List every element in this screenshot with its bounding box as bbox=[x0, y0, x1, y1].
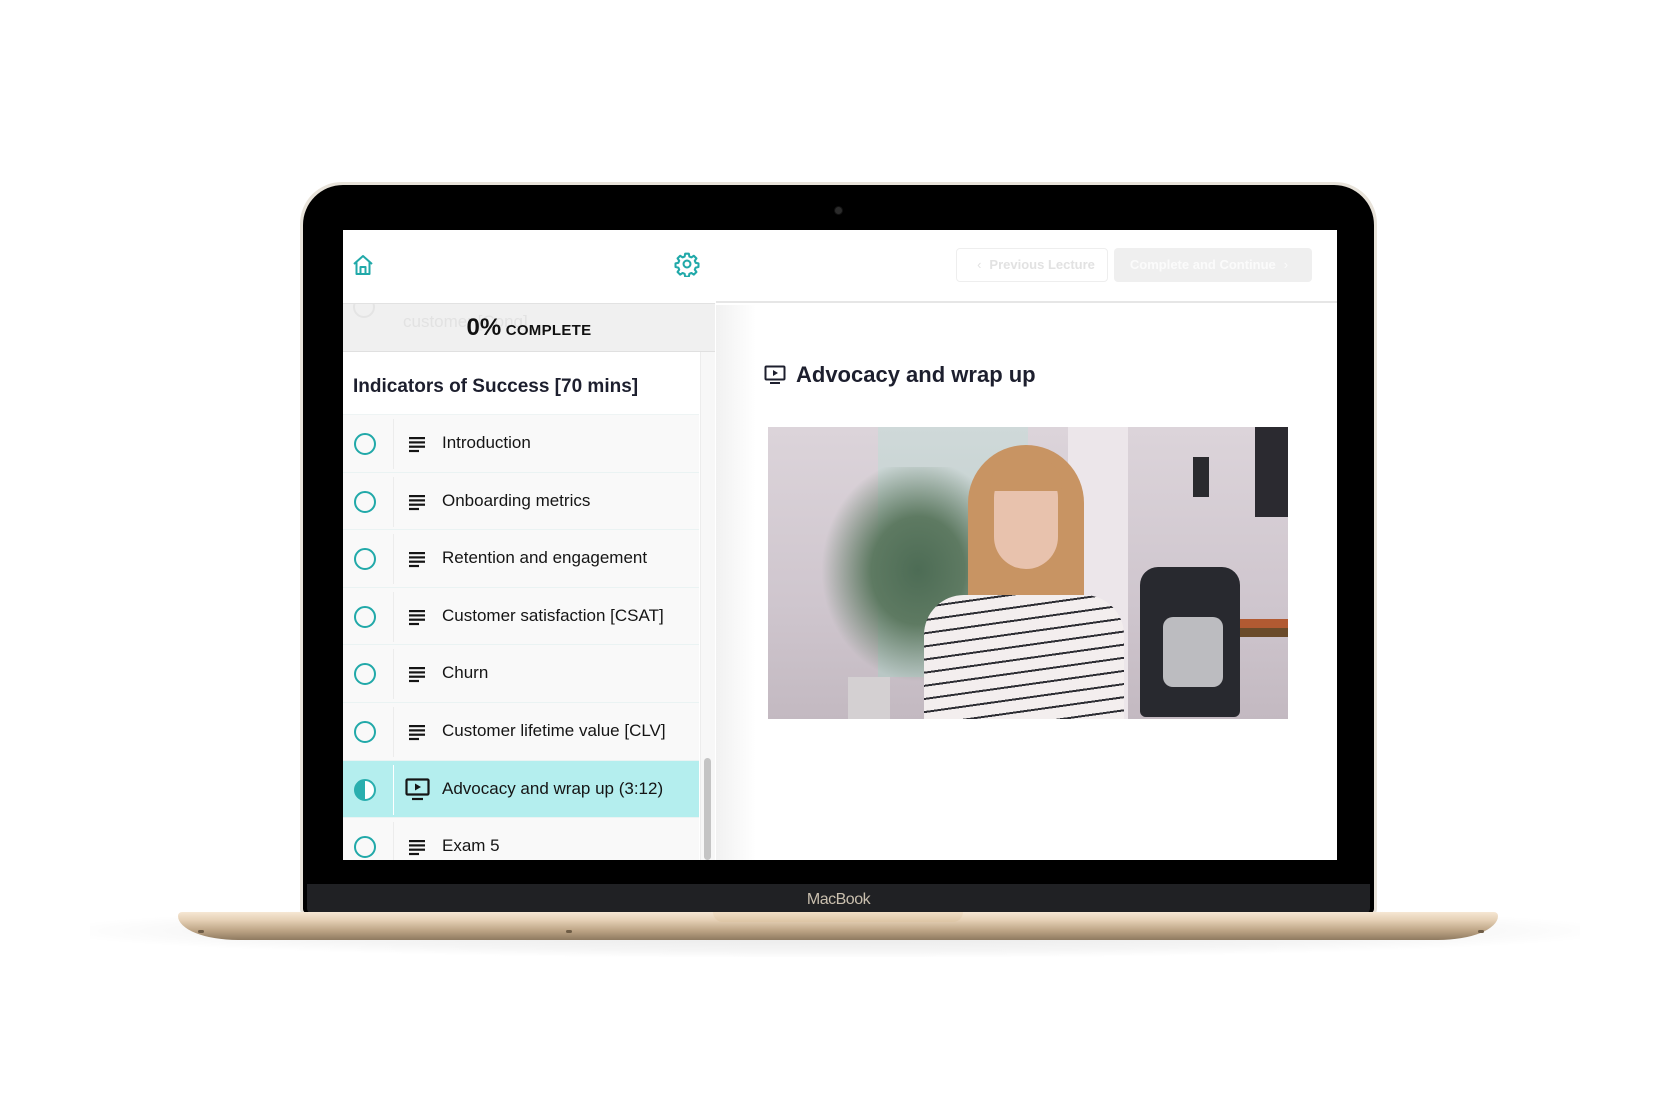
lecture-row[interactable]: Customer satisfaction [CSAT] bbox=[343, 587, 699, 646]
incomplete-status-icon[interactable] bbox=[354, 720, 376, 743]
video-bg-books bbox=[1240, 619, 1288, 637]
incomplete-status-icon[interactable] bbox=[354, 490, 376, 513]
section-title: Indicators of Success [70 mins] bbox=[343, 352, 699, 415]
in-progress-status-icon[interactable] bbox=[354, 778, 376, 801]
incomplete-status-icon[interactable] bbox=[354, 663, 376, 686]
text-lecture-icon bbox=[409, 494, 425, 510]
laptop-foot bbox=[198, 930, 204, 933]
video-bg-cushion bbox=[1163, 617, 1223, 687]
presenter-shirt bbox=[924, 595, 1124, 719]
text-lecture-icon bbox=[409, 552, 425, 568]
lecture-label: Churn bbox=[442, 663, 489, 683]
text-lecture-icon bbox=[409, 724, 425, 741]
row-divider bbox=[393, 419, 394, 469]
camera-icon bbox=[835, 207, 842, 214]
device-label: MacBook bbox=[806, 891, 871, 908]
scrollbar-thumb[interactable] bbox=[704, 758, 711, 860]
lecture-label: Customer satisfaction [CSAT] bbox=[442, 605, 664, 625]
sidebar-shadow bbox=[716, 305, 756, 860]
chevron-right-icon: › bbox=[1283, 257, 1289, 272]
incomplete-status-icon[interactable] bbox=[354, 548, 376, 571]
progress-label: COMPLETE bbox=[505, 322, 592, 339]
lecture-label: Exam 5 bbox=[442, 836, 500, 856]
lecture-label: Advocacy and wrap up (3:12) bbox=[442, 778, 664, 798]
row-divider bbox=[393, 534, 394, 585]
lecture-label: Customer lifetime value [CLV] bbox=[442, 720, 666, 740]
lecture-content: ‹ Previous Lecture Complete and Continue ›… bbox=[716, 230, 1337, 860]
complete-and-continue-button[interactable]: Complete and Continue › bbox=[1114, 248, 1312, 282]
lecture-row[interactable]: Introduction bbox=[343, 415, 699, 473]
lecture-label: Onboarding metrics bbox=[442, 490, 591, 510]
lecture-label: Introduction bbox=[442, 433, 531, 452]
lecture-row[interactable]: Retention and engagement bbox=[343, 530, 699, 588]
lecture-row[interactable]: Customer lifetime value [CLV] bbox=[343, 702, 699, 761]
laptop-screen: customer [Cong] 0% COMPLETE Indicators o… bbox=[343, 230, 1337, 860]
incomplete-status-icon[interactable] bbox=[354, 605, 376, 628]
video-bg-lamp bbox=[1193, 457, 1209, 497]
video-bg-pot bbox=[848, 677, 890, 719]
text-lecture-icon bbox=[409, 609, 425, 625]
lecture-row[interactable]: Advocacy and wrap up (3:12) bbox=[343, 760, 699, 819]
row-divider bbox=[393, 764, 394, 815]
sidebar-header bbox=[343, 230, 715, 303]
previous-lecture-button[interactable]: ‹ Previous Lecture bbox=[956, 248, 1108, 282]
text-lecture-icon bbox=[409, 437, 425, 453]
lecture-row[interactable]: Exam 5 bbox=[343, 818, 699, 860]
course-sidebar: customer [Cong] 0% COMPLETE Indicators o… bbox=[343, 230, 715, 860]
video-lecture-icon bbox=[764, 365, 786, 384]
previous-lecture-label: Previous Lecture bbox=[989, 257, 1095, 272]
video-player[interactable] bbox=[768, 427, 1288, 719]
lecture-label: Retention and engagement bbox=[442, 548, 648, 568]
lecture-title: Advocacy and wrap up bbox=[796, 362, 1036, 387]
progress-percent: 0% bbox=[466, 314, 502, 341]
incomplete-status-icon[interactable] bbox=[354, 433, 376, 455]
progress-text: 0% COMPLETE bbox=[467, 314, 592, 342]
text-lecture-icon bbox=[409, 667, 425, 683]
chevron-left-icon: ‹ bbox=[977, 257, 982, 272]
home-icon[interactable] bbox=[351, 253, 375, 277]
lecture-list: Indicators of Success [70 mins] Introduc… bbox=[343, 352, 699, 860]
gear-icon[interactable] bbox=[674, 251, 700, 277]
laptop-foot bbox=[566, 930, 572, 933]
row-divider bbox=[393, 822, 394, 860]
laptop-notch bbox=[713, 912, 963, 922]
laptop-base bbox=[178, 912, 1498, 940]
text-lecture-icon bbox=[409, 840, 425, 856]
lecture-row[interactable]: Onboarding metrics bbox=[343, 472, 699, 531]
course-progress: customer [Cong] 0% COMPLETE bbox=[343, 303, 715, 352]
lecture-nav-header: ‹ Previous Lecture Complete and Continue › bbox=[716, 230, 1337, 303]
row-divider bbox=[393, 476, 394, 527]
incomplete-status-icon[interactable] bbox=[354, 836, 376, 859]
lecture-row[interactable]: Churn bbox=[343, 645, 699, 703]
complete-continue-label: Complete and Continue bbox=[1129, 257, 1276, 272]
laptop-chin: MacBook bbox=[307, 884, 1370, 914]
row-divider bbox=[393, 649, 394, 700]
video-lecture-icon bbox=[405, 777, 430, 800]
video-bg-frame bbox=[1255, 427, 1288, 517]
row-divider bbox=[393, 706, 394, 757]
laptop-foot bbox=[1478, 930, 1484, 933]
row-divider bbox=[393, 591, 394, 642]
ghost-status-circle bbox=[353, 304, 375, 318]
